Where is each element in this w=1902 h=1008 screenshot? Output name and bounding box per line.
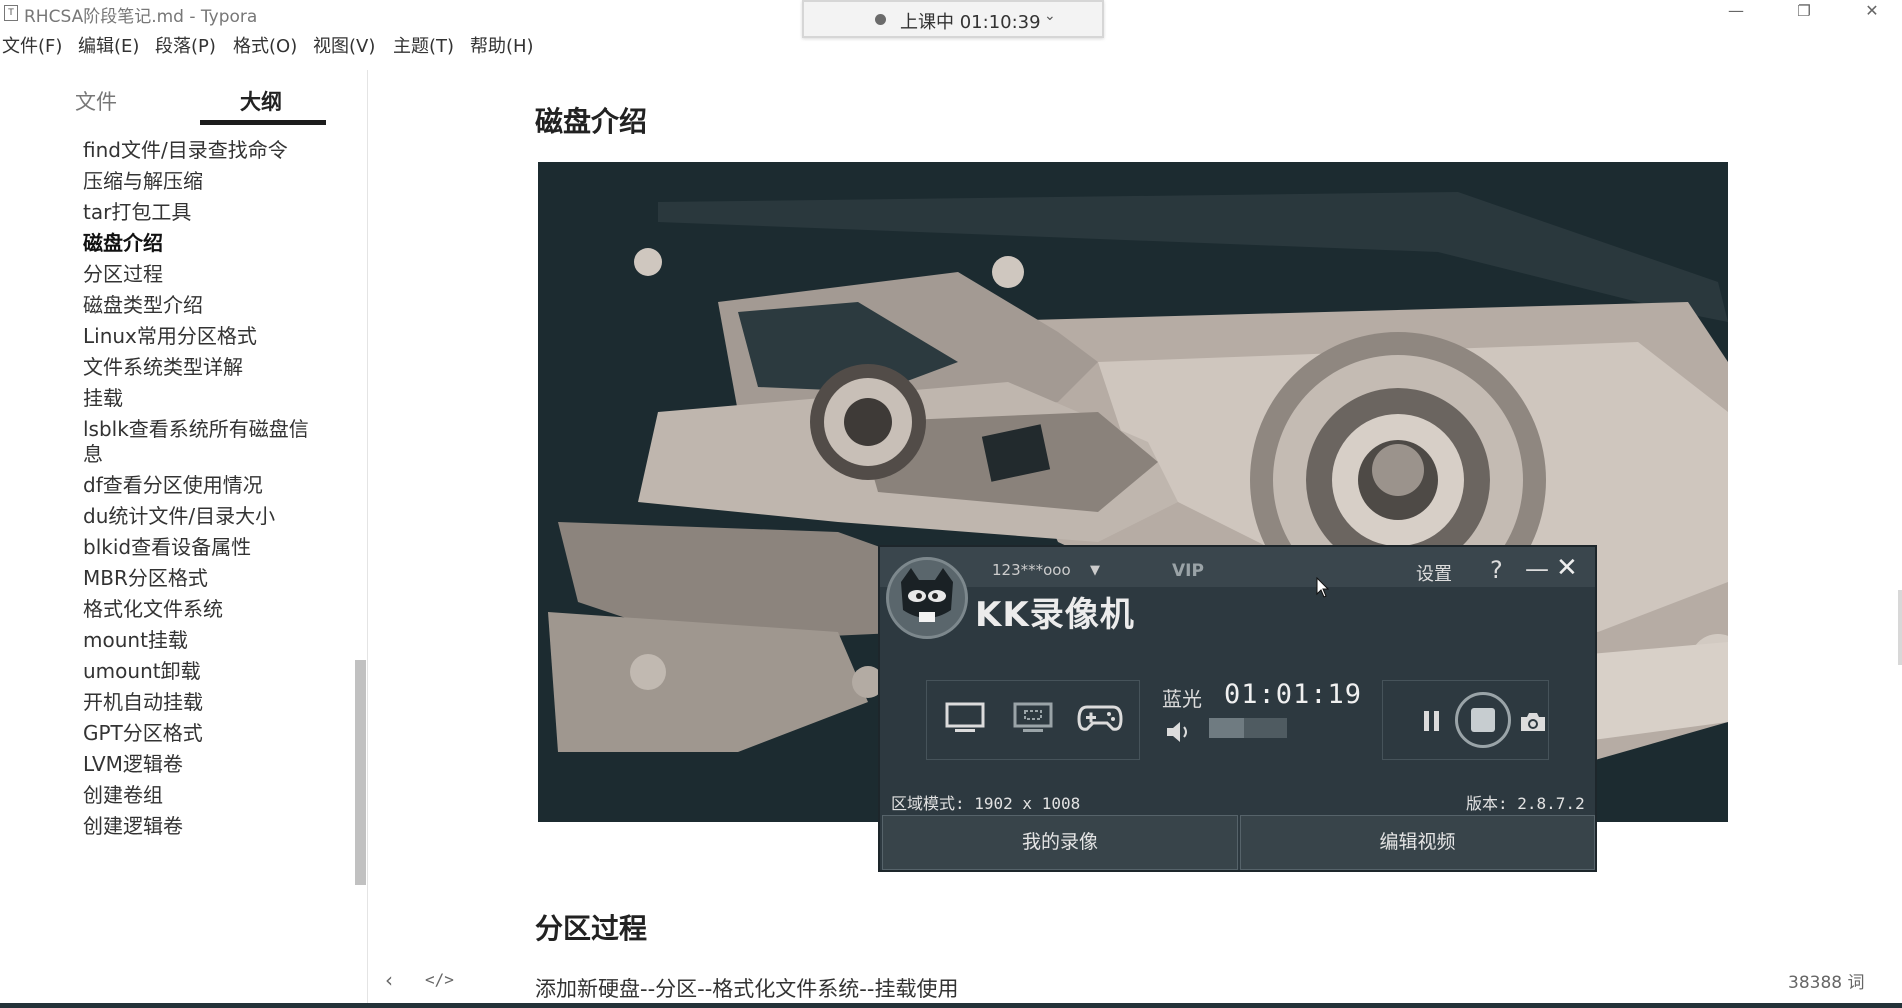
- stop-button[interactable]: [1455, 692, 1511, 748]
- outline-item[interactable]: 创建卷组: [83, 780, 328, 811]
- recorder-header: [880, 547, 1595, 587]
- outline-item[interactable]: 磁盘类型介绍: [83, 290, 328, 321]
- active-tab-indicator: [200, 120, 326, 125]
- recording-controls: [1382, 680, 1549, 760]
- word-count[interactable]: 38388 词: [1788, 968, 1864, 993]
- vip-badge[interactable]: VIP: [1172, 561, 1204, 581]
- outline-item[interactable]: 挂载: [83, 383, 328, 414]
- recorder-logo: KK录像机: [975, 595, 1135, 635]
- paragraph-partition-steps[interactable]: 添加新硬盘--分区--格式化文件系统--挂载使用: [535, 973, 958, 1003]
- version-info: 版本: 2.8.7.2: [1466, 794, 1585, 813]
- heading-disk-intro[interactable]: 磁盘介绍: [535, 100, 647, 140]
- stop-icon: [1471, 708, 1495, 732]
- menu-format[interactable]: 格式(O): [233, 32, 297, 58]
- outline-item-active[interactable]: 磁盘介绍: [83, 228, 328, 259]
- minimize-button[interactable]: —: [1708, 0, 1764, 24]
- sidebar: 文件 大纲 find文件/目录查找命令 压缩与解压缩 tar打包工具 磁盘介绍 …: [0, 70, 368, 1008]
- user-dropdown-icon[interactable]: ▼: [1090, 563, 1100, 578]
- typora-app-icon: T: [4, 5, 18, 21]
- game-mode-icon[interactable]: [1077, 701, 1123, 735]
- recorder-minimize-button[interactable]: —: [1525, 555, 1549, 583]
- recorder-settings-button[interactable]: 设置: [1416, 560, 1452, 586]
- capture-mode-group: [926, 680, 1140, 760]
- outline-item[interactable]: df查看分区使用情况: [83, 470, 328, 501]
- outline-item[interactable]: find文件/目录查找命令: [83, 135, 328, 166]
- source-code-icon[interactable]: </>: [425, 970, 454, 989]
- outline-item[interactable]: mount挂载: [83, 625, 328, 656]
- outline-item[interactable]: 创建逻辑卷: [83, 811, 328, 842]
- kk-recorder-panel: 123***ooo ▼ VIP 设置 ? — ✕ KK录像机 蓝光 01:01:…: [878, 545, 1597, 872]
- heading-partition-process[interactable]: 分区过程: [535, 907, 647, 947]
- mouse-cursor-icon: [1316, 577, 1330, 598]
- pause-icon[interactable]: [1421, 709, 1443, 733]
- recorder-username[interactable]: 123***ooo: [992, 561, 1071, 579]
- my-recordings-button[interactable]: 我的录像: [882, 815, 1238, 870]
- mascot-cat-icon: [886, 557, 968, 639]
- help-icon[interactable]: ?: [1490, 556, 1503, 584]
- outline-item[interactable]: 格式化文件系统: [83, 594, 328, 625]
- outline-item[interactable]: umount卸载: [83, 656, 328, 687]
- outline-item[interactable]: 开机自动挂载: [83, 687, 328, 718]
- fullscreen-mode-icon[interactable]: [945, 701, 985, 735]
- menu-theme[interactable]: 主题(T): [393, 32, 454, 58]
- outline-item[interactable]: Linux常用分区格式: [83, 321, 328, 352]
- edit-video-button[interactable]: 编辑视频: [1240, 815, 1595, 870]
- outline-item[interactable]: 文件系统类型详解: [83, 352, 328, 383]
- outline-item[interactable]: du统计文件/目录大小: [83, 501, 328, 532]
- screenshot-camera-icon[interactable]: [1519, 711, 1547, 733]
- outline-item[interactable]: blkid查看设备属性: [83, 532, 328, 563]
- outline-item[interactable]: lsblk查看系统所有磁盘信息: [83, 414, 328, 470]
- outline-list: find文件/目录查找命令 压缩与解压缩 tar打包工具 磁盘介绍 分区过程 磁…: [83, 135, 328, 842]
- volume-icon[interactable]: [1165, 721, 1193, 743]
- menu-help[interactable]: 帮助(H): [470, 32, 534, 58]
- outline-item[interactable]: MBR分区格式: [83, 563, 328, 594]
- region-mode-icon[interactable]: [1013, 701, 1053, 735]
- tab-files[interactable]: 文件: [75, 86, 117, 116]
- menu-file[interactable]: 文件(F): [2, 32, 62, 58]
- quality-label[interactable]: 蓝光: [1162, 683, 1202, 712]
- maximize-button[interactable]: ❐: [1776, 0, 1832, 24]
- editor-scrollbar[interactable]: [1898, 590, 1902, 665]
- nav-back-icon[interactable]: ‹: [385, 968, 393, 992]
- recorder-close-button[interactable]: ✕: [1556, 553, 1578, 583]
- tab-outline[interactable]: 大纲: [240, 86, 282, 116]
- sidebar-scrollbar[interactable]: [355, 660, 366, 885]
- menu-paragraph[interactable]: 段落(P): [155, 32, 216, 58]
- live-class-timer: 上课中 01:10:39: [900, 12, 1041, 33]
- close-button[interactable]: ✕: [1844, 0, 1900, 24]
- volume-slider[interactable]: [1209, 718, 1287, 738]
- menu-view[interactable]: 视图(V): [313, 32, 375, 58]
- outline-item[interactable]: tar打包工具: [83, 197, 328, 228]
- region-mode-info: 区域模式: 1902 x 1008: [891, 794, 1081, 813]
- volume-level: [1209, 718, 1245, 738]
- taskbar-edge: [0, 1003, 1902, 1008]
- outline-item[interactable]: LVM逻辑卷: [83, 749, 328, 780]
- recording-dot-icon: [875, 14, 886, 25]
- recording-timer: 01:01:19: [1224, 679, 1363, 710]
- outline-item[interactable]: 分区过程: [83, 259, 328, 290]
- menu-edit[interactable]: 编辑(E): [78, 32, 139, 58]
- chevron-down-icon[interactable]: ⌄: [1044, 8, 1056, 24]
- outline-item[interactable]: 压缩与解压缩: [83, 166, 328, 197]
- live-class-badge[interactable]: 上课中 01:10:39 ⌄: [802, 0, 1104, 38]
- window-title: RHCSA阶段笔记.md - Typora: [24, 7, 258, 27]
- outline-item[interactable]: GPT分区格式: [83, 718, 328, 749]
